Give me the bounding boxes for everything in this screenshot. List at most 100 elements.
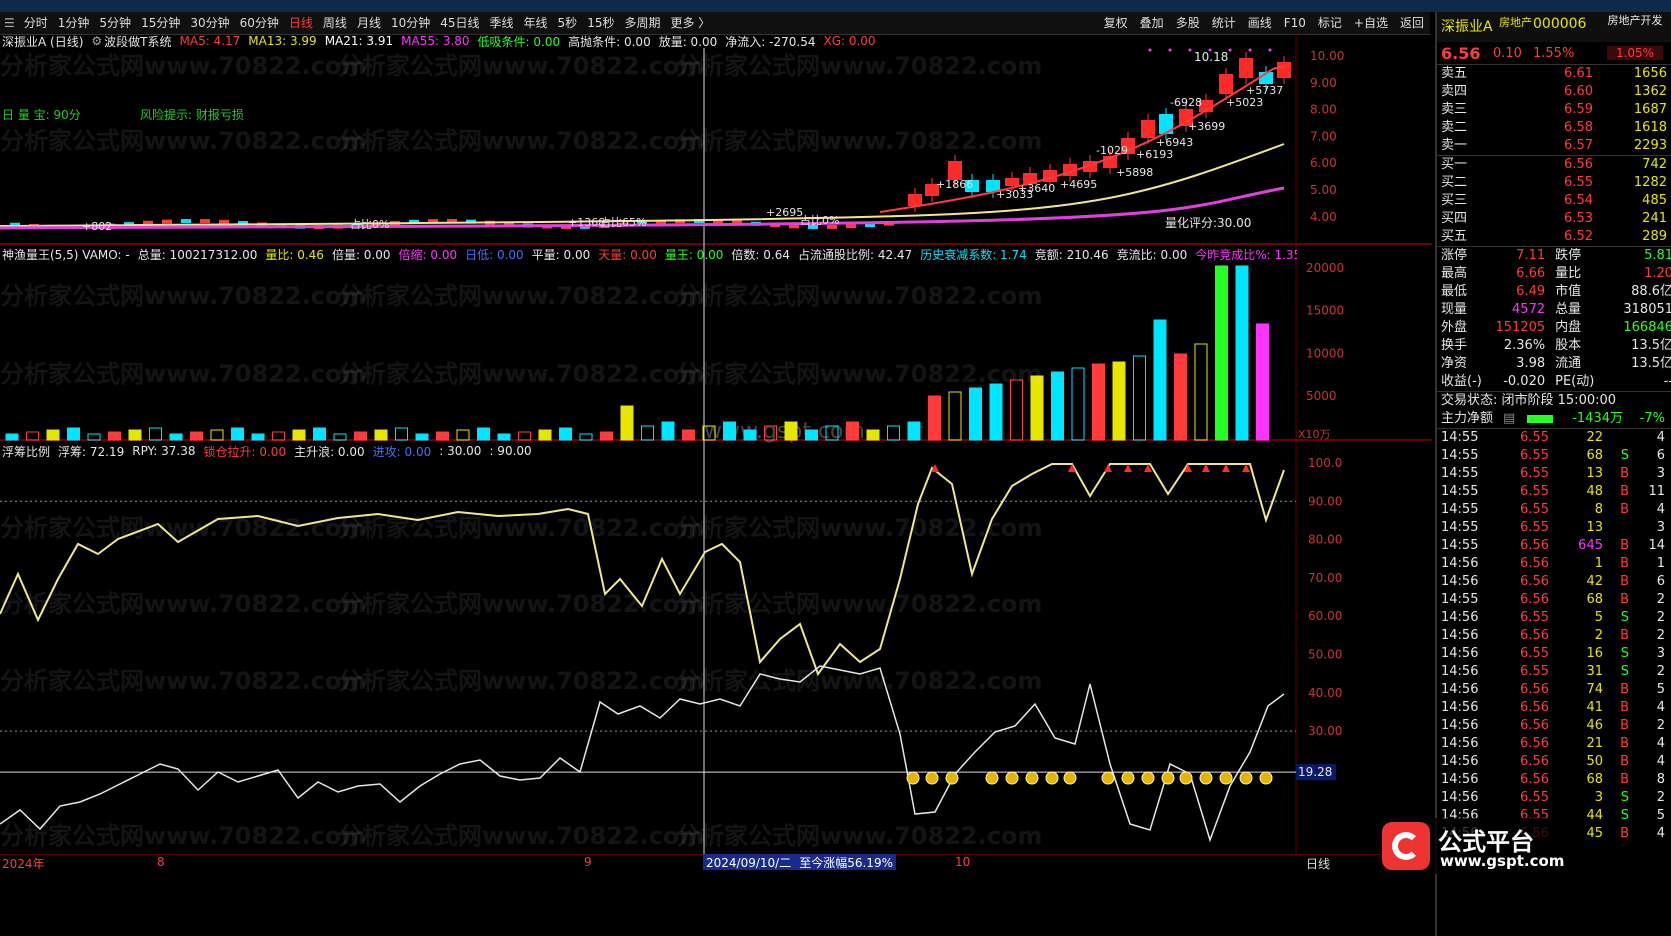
grid-icon[interactable]: ▤ — [1503, 410, 1517, 428]
tick-volume: 41 — [1586, 700, 1603, 715]
period-tab[interactable]: 45日线 — [435, 12, 484, 34]
volume-bar — [497, 433, 511, 441]
tick-row[interactable]: 14:55 6.55 13 3 — [1437, 519, 1671, 537]
flow-label: +4695 — [1060, 178, 1097, 191]
period-tab[interactable]: 30分钟 — [185, 12, 234, 34]
tick-row[interactable]: 14:56 6.55 3 S 2 — [1437, 789, 1671, 807]
orderbook-row[interactable]: 买一 6.56 742 — [1437, 156, 1671, 174]
period-tab[interactable]: 分时 — [19, 12, 53, 34]
quote-header: 深振业A 房地产 000006 房地产开发 — [1437, 12, 1671, 42]
orderbook-row[interactable]: 卖四 6.60 1362 — [1437, 83, 1671, 101]
period-tab[interactable]: 10分钟 — [386, 12, 435, 34]
tick-row[interactable]: 14:56 6.56 42 B 6 — [1437, 573, 1671, 591]
period-tab[interactable]: 5分钟 — [94, 12, 136, 34]
orderbook-row[interactable]: 卖二 6.58 1618 — [1437, 119, 1671, 137]
stat-row: 净资 3.98 流通 13.5亿 — [1437, 355, 1671, 373]
chip-indicator-line: 浮筹比例 浮筹: 72.19 RPY: 37.38 锁仓拉升: 0.00 主升浪: 0.… — [2, 442, 802, 460]
period-label[interactable]: 日线 — [1306, 855, 1330, 872]
tick-row[interactable]: 14:56 6.55 5 S 2 — [1437, 609, 1671, 627]
tick-price: 6.56 — [1520, 772, 1549, 787]
volume-bar — [395, 427, 408, 441]
volume-bar — [1010, 379, 1023, 441]
tick-row[interactable]: 14:56 6.56 68 B 8 — [1437, 771, 1671, 789]
tick-row[interactable]: 14:55 6.55 13 B 3 — [1437, 465, 1671, 483]
period-tab[interactable]: 月线 — [352, 12, 386, 34]
tick-time: 14:55 — [1441, 466, 1479, 481]
period-tab[interactable]: 15分钟 — [136, 12, 185, 34]
toolbar-action[interactable]: 多股 — [1170, 12, 1206, 34]
tick-volume: 8 — [1594, 502, 1603, 517]
toolbar-action[interactable]: F10 — [1278, 12, 1312, 34]
toolbar-action[interactable]: 复权 — [1098, 12, 1134, 34]
tick-price: 6.56 — [1520, 754, 1549, 769]
tick-row[interactable]: 14:56 6.55 31 S 2 — [1437, 663, 1671, 681]
stat-cell: 88.6亿 — [1631, 284, 1671, 299]
flow-label: +6193 — [1136, 148, 1173, 161]
tick-count: 2 — [1656, 790, 1665, 805]
orderbook-row[interactable]: 卖三 6.59 1687 — [1437, 101, 1671, 119]
flow-label: +5023 — [1226, 96, 1263, 109]
period-tab[interactable]: 周线 — [318, 12, 352, 34]
toolbar-action[interactable]: 返回 — [1394, 12, 1430, 34]
tick-volume: 16 — [1586, 646, 1603, 661]
period-tab[interactable]: 1分钟 — [53, 12, 95, 34]
volume-bar — [969, 387, 982, 441]
tick-row[interactable]: 14:56 6.56 1 B 1 — [1437, 555, 1671, 573]
price-axis-label: 6.00 — [1310, 156, 1337, 170]
tick-list[interactable]: 14:55 6.55 22 4 14:55 6.55 68 S 6 14:55 6.55 13 B 3 14… — [1437, 429, 1671, 843]
tick-count: 4 — [1656, 736, 1665, 751]
tick-price: 6.56 — [1520, 592, 1549, 607]
side-tag[interactable]: 房地产开发 — [1607, 14, 1663, 28]
date-label-sep: 9 — [584, 855, 592, 869]
tick-row[interactable]: 14:56 6.56 46 B 2 — [1437, 717, 1671, 735]
tick-time: 14:55 — [1441, 538, 1479, 553]
orderbook-row[interactable]: 买三 6.54 485 — [1437, 192, 1671, 210]
period-tab[interactable]: 年线 — [519, 12, 553, 34]
tick-row[interactable]: 14:55 6.56 645 B 14 — [1437, 537, 1671, 555]
toolbar-action[interactable]: 叠加 — [1134, 12, 1170, 34]
orderbook-row[interactable]: 买二 6.55 1282 — [1437, 174, 1671, 192]
tick-time: 14:55 — [1441, 430, 1479, 445]
tick-count: 2 — [1656, 718, 1665, 733]
stat-cell: 13.5亿 — [1631, 338, 1671, 353]
period-tab[interactable]: 5秒 — [553, 12, 583, 34]
stat-cell: 净资 — [1441, 356, 1468, 371]
indicator-value: 日低: 0.00 — [465, 247, 524, 262]
tick-row[interactable]: 14:56 6.56 74 B 5 — [1437, 681, 1671, 699]
level-volume: 1656 — [1633, 66, 1667, 81]
tick-row[interactable]: 14:55 6.56 68 B 2 — [1437, 591, 1671, 609]
flow-label: +3699 — [1188, 120, 1225, 133]
indicator-value: 平量: 0.00 — [531, 247, 591, 262]
period-tab[interactable]: 多周期 — [619, 12, 665, 34]
tick-time: 14:56 — [1441, 610, 1479, 625]
period-tab[interactable]: 季线 — [485, 12, 519, 34]
period-tab[interactable]: 日线 — [284, 12, 318, 34]
tick-row[interactable]: 14:55 6.55 22 4 — [1437, 429, 1671, 447]
tick-row[interactable]: 14:56 6.56 2 B 2 — [1437, 627, 1671, 645]
tick-row[interactable]: 14:55 6.55 8 B 4 — [1437, 501, 1671, 519]
period-tab[interactable]: 更多 〉 — [665, 12, 715, 34]
period-tab[interactable]: 60分钟 — [235, 12, 284, 34]
watermark-text: 分析家公式网www.70822.com — [338, 52, 705, 80]
tick-row[interactable]: 14:56 6.55 16 S 3 — [1437, 645, 1671, 663]
tick-row[interactable]: 14:56 6.56 21 B 4 — [1437, 735, 1671, 753]
orderbook-row[interactable]: 买四 6.53 241 — [1437, 210, 1671, 228]
period-tab[interactable]: 15秒 — [582, 12, 619, 34]
up-arrow-icon — [1222, 464, 1230, 472]
orderbook-row[interactable]: 卖一 6.57 2293 — [1437, 137, 1671, 155]
candle-body — [1219, 74, 1233, 94]
tick-price: 6.55 — [1520, 430, 1549, 445]
toolbar-action[interactable]: 标记 — [1312, 12, 1348, 34]
toolbar-action[interactable]: 统计 — [1206, 12, 1242, 34]
orderbook-row[interactable]: 卖五 6.61 1656 — [1437, 65, 1671, 83]
tick-row[interactable]: 14:55 6.55 48 B 11 — [1437, 483, 1671, 501]
tick-row[interactable]: 14:56 6.56 41 B 4 — [1437, 699, 1671, 717]
tick-row[interactable]: 14:55 6.55 68 S 6 — [1437, 447, 1671, 465]
menu-icon[interactable]: ☰ — [0, 16, 19, 30]
price-axis-label: 9.00 — [1310, 76, 1337, 90]
toolbar-action[interactable]: 画线 — [1242, 12, 1278, 34]
orderbook-row[interactable]: 买五 6.52 289 — [1437, 228, 1671, 246]
tick-side: B — [1620, 736, 1629, 751]
toolbar-action[interactable]: +自选 — [1348, 12, 1394, 34]
tick-row[interactable]: 14:56 6.56 50 B 4 — [1437, 753, 1671, 771]
